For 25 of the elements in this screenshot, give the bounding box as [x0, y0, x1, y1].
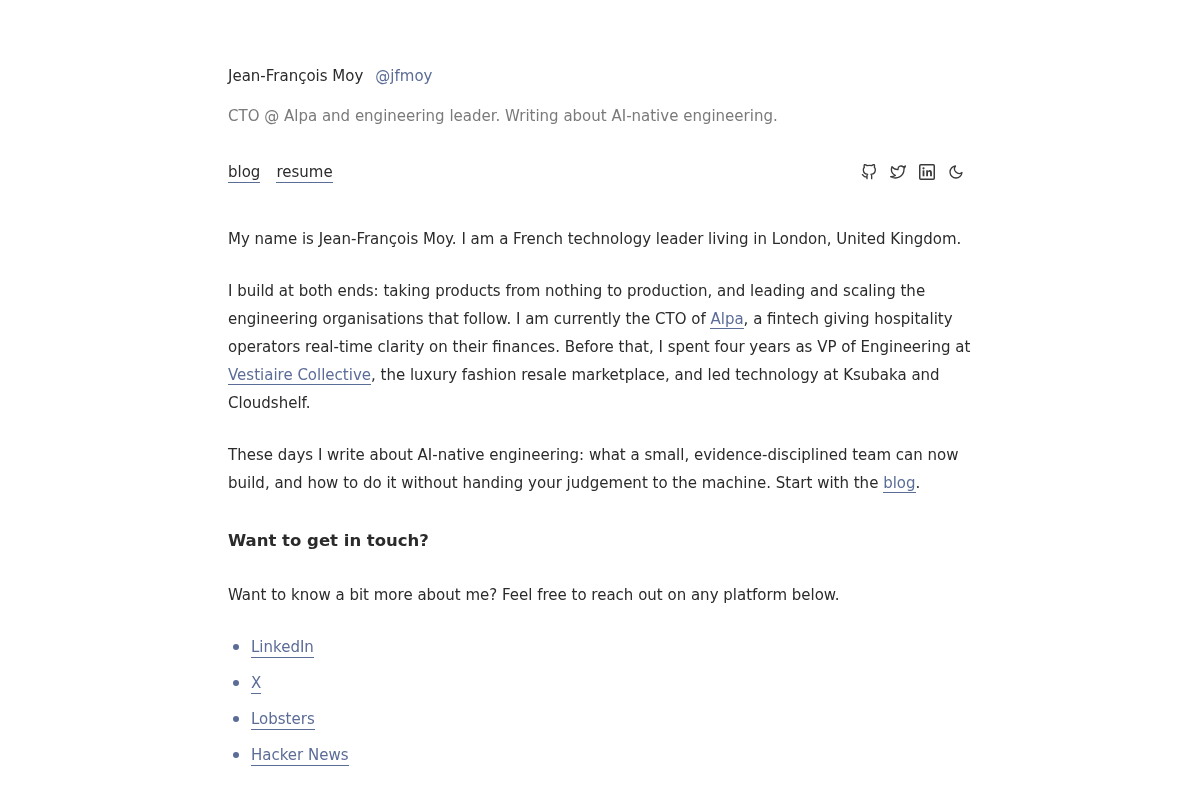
nav-link[interactable]: blog [228, 161, 261, 183]
linkedin-icon[interactable] [919, 164, 935, 180]
nav-link[interactable]: resume [276, 161, 333, 183]
text-link[interactable]: Vestiaire Collective [228, 366, 371, 385]
bullet-icon [233, 644, 239, 650]
bullet-icon [233, 680, 239, 686]
text-link[interactable]: blog [883, 474, 916, 493]
contact-link[interactable]: X [251, 672, 262, 694]
section-heading: Want to get in touch? [228, 530, 430, 552]
tagline: CTO @ Alpa and engineering leader. Writing about AI-native engineering. [228, 106, 779, 127]
handle-link[interactable]: @jfmoy [375, 62, 433, 90]
paragraph: I build at both ends: taking products from nothing to production, and leading and scaling the engineering organisations that follow. I am currently the CTO of Alpa, a fintech giving hospitality operators real-time clarity on their finances. Before that, I spent four years as VP of Engineering at Vestiaire Collective, the luxury fashion resale marketplace, and led technology at Ksubaka and Cloudshelf. [228, 281, 972, 414]
text-link[interactable]: Alpa [710, 310, 744, 329]
author-name: Jean-François Moy [228, 66, 364, 87]
bullet-icon [233, 752, 239, 758]
bullet-icon [233, 716, 239, 722]
paragraph: My name is Jean-François Moy. I am a French technology leader living in London, United Kingdom. [228, 229, 963, 250]
twitter-icon[interactable] [890, 164, 906, 180]
contact-link[interactable]: Lobsters [251, 708, 315, 730]
contact-link[interactable]: Hacker News [251, 744, 349, 766]
moon-icon[interactable] [948, 164, 964, 180]
contact-link[interactable]: LinkedIn [251, 636, 314, 658]
github-icon[interactable] [861, 164, 877, 180]
paragraph: These days I write about AI-native engineering: what a small, evidence-disciplined team can now build, and how to do it without handing your judgement to the machine. Start with the blog. [228, 445, 960, 495]
paragraph: Want to know a bit more about me? Feel free to reach out on any platform below. [228, 585, 841, 606]
